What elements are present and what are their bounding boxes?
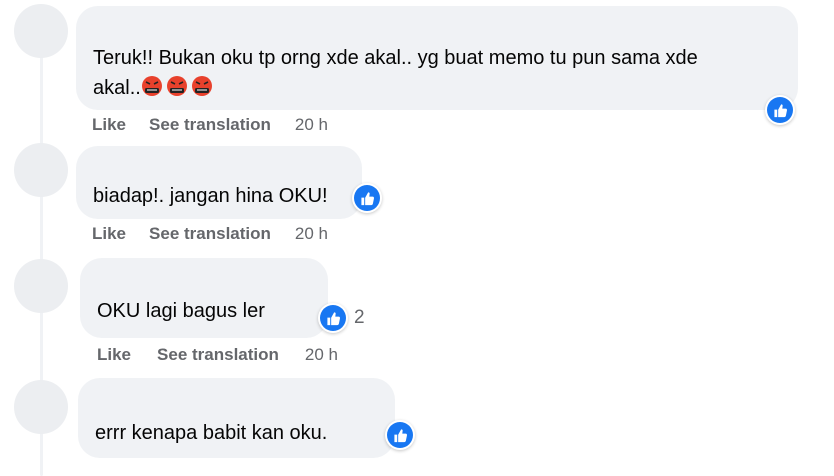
avatar[interactable] [14, 143, 68, 197]
comment-text: biadap!. jangan hina OKU! [93, 185, 328, 207]
reaction-summary[interactable] [385, 420, 415, 450]
comment-timestamp[interactable]: 20 h [295, 224, 328, 244]
reaction-summary[interactable] [352, 183, 382, 213]
avatar[interactable] [14, 4, 68, 58]
like-reaction-icon [385, 420, 415, 450]
comment-bubble: Teruk!! Bukan oku tp orng xde akal.. yg … [76, 6, 798, 110]
comment-actions: Like See translation 20 h [92, 115, 328, 135]
comment-bubble: OKU lagi bagus ler [80, 258, 328, 338]
comment-timestamp[interactable]: 20 h [295, 115, 328, 135]
like-reaction-icon [352, 183, 382, 213]
like-action[interactable]: Like [92, 115, 126, 135]
comment-text: errr kenapa babit kan oku. [95, 422, 328, 444]
see-translation-link[interactable]: See translation [157, 345, 279, 365]
like-reaction-icon [318, 303, 348, 333]
angry-face-emoji [166, 76, 191, 99]
like-reaction-icon [765, 95, 795, 125]
comment-text: Teruk!! Bukan oku tp orng xde akal.. yg … [93, 47, 698, 69]
comment-actions: Like See translation 20 h [97, 345, 338, 365]
comment-timestamp[interactable]: 20 h [305, 345, 338, 365]
comment-text-line2: akal.. [93, 73, 798, 103]
comment-actions: Like See translation 20 h [92, 224, 328, 244]
like-action[interactable]: Like [97, 345, 131, 365]
avatar[interactable] [14, 380, 68, 434]
reaction-summary[interactable]: 2 [318, 303, 365, 333]
avatar[interactable] [14, 259, 68, 313]
like-action[interactable]: Like [92, 224, 126, 244]
angry-face-emoji [191, 76, 216, 99]
see-translation-link[interactable]: See translation [149, 115, 271, 135]
comment-bubble: errr kenapa babit kan oku. [78, 378, 395, 458]
reaction-count: 2 [354, 307, 365, 328]
comment-bubble: biadap!. jangan hina OKU! [76, 146, 362, 219]
reaction-summary[interactable] [765, 95, 795, 125]
comment-text: OKU lagi bagus ler [97, 300, 265, 322]
see-translation-link[interactable]: See translation [149, 224, 271, 244]
angry-face-emoji [141, 76, 166, 99]
